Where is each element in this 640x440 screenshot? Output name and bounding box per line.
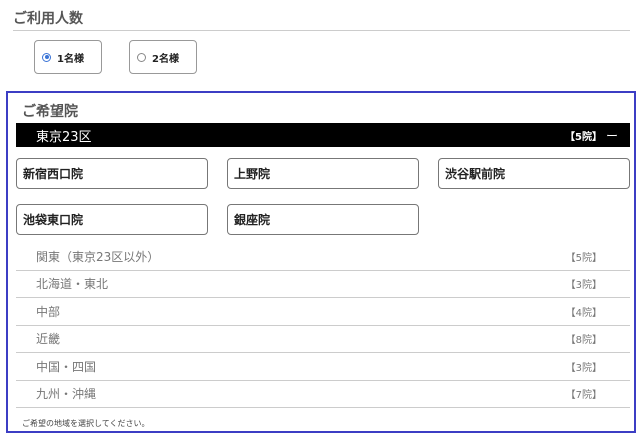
collapse-icon[interactable]: ー [606,127,618,144]
region-row-chubu[interactable]: 中部 【4院】 [16,298,630,326]
radio-label: 2名様 [152,53,179,65]
radio-label: 1名様 [57,53,84,65]
clinic-selection-panel: ご希望院 東京23区 【5院】 ー 新宿西口院 上野院 渋谷駅前院 池袋東口院 … [6,91,636,433]
people-count-title: ご利用人数 [13,11,83,27]
title-divider [13,30,630,31]
region-row-kyushu-okinawa[interactable]: 九州・沖縄 【7院】 [16,381,630,408]
region-count: 【8院】 [565,335,602,347]
region-name: 中国・四国 [36,359,97,374]
region-count: 【5院】 [565,252,602,264]
region-hint-text: ご希望の地域を選択してください。 [22,419,150,428]
clinic-button-shinjuku-nishiguchi[interactable]: 新宿西口院 [16,158,208,189]
region-name: 東京23区 [36,129,92,145]
region-name: 北海道・東北 [36,277,109,292]
region-name: 近畿 [36,332,61,347]
clinic-button-ginza[interactable]: 銀座院 [227,204,419,235]
region-count: 【5院】 [565,131,602,143]
clinic-button-shibuya-ekimae[interactable]: 渋谷駅前院 [438,158,630,189]
region-row-kinki[interactable]: 近畿 【8院】 [16,326,630,353]
region-count: 【3院】 [565,362,602,374]
radio-unchecked-icon[interactable] [137,52,146,62]
region-count: 【4院】 [565,307,602,319]
region-list: 関東（東京23区以外） 【5院】 北海道・東北 【3院】 中部 【4院】 近畿 … [16,243,630,408]
clinic-button-ikebukuro-higashiguchi[interactable]: 池袋東口院 [16,204,208,235]
region-name: 九州・沖縄 [36,387,97,402]
clinic-title: ご希望院 [22,104,78,120]
region-header-tokyo23[interactable]: 東京23区 【5院】 ー [16,123,630,147]
region-count: 【3院】 [565,280,602,292]
region-name: 中部 [36,304,61,319]
clinic-button-ueno[interactable]: 上野院 [227,158,419,189]
region-row-kanto[interactable]: 関東（東京23区以外） 【5院】 [16,243,630,271]
region-row-chugoku-shikoku[interactable]: 中国・四国 【3院】 [16,353,630,381]
radio-option-2-persons[interactable]: 2名様 [129,40,197,74]
region-count: 【7院】 [565,390,602,402]
region-row-hokkaido-tohoku[interactable]: 北海道・東北 【3院】 [16,271,630,298]
radio-checked-icon[interactable] [42,52,51,62]
region-name: 関東（東京23区以外） [36,249,160,264]
radio-option-1-person[interactable]: 1名様 [34,40,102,74]
